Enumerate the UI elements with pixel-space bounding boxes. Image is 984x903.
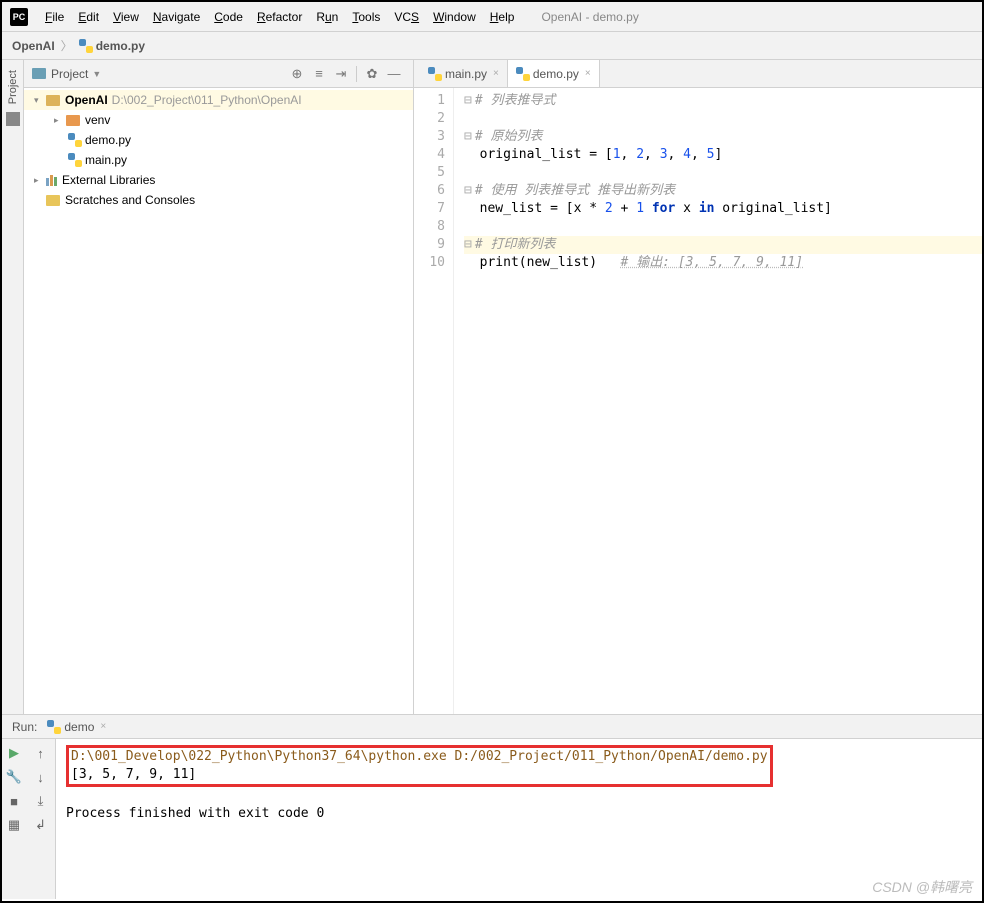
tree-external-libraries[interactable]: ▸ External Libraries (24, 170, 413, 190)
console-command: D:\001_Develop\022_Python\Python37_64\py… (71, 749, 768, 764)
stop-icon[interactable]: ■ (4, 791, 24, 811)
breadcrumb-root[interactable]: OpenAI (12, 39, 55, 53)
run-title: Run: (12, 720, 37, 734)
menu-vcs[interactable]: VCS (387, 6, 426, 28)
close-icon[interactable]: × (100, 721, 106, 732)
menu-run[interactable]: Run (309, 6, 345, 28)
menu-bar: PC FileEditViewNavigateCodeRefactorRunTo… (2, 2, 982, 32)
menu-tools[interactable]: Tools (345, 6, 387, 28)
soft-wrap-icon[interactable]: ↲ (31, 815, 51, 835)
window-title: OpenAI - demo.py (541, 10, 638, 24)
run-panel-header: Run: demo × (2, 715, 982, 739)
step-down-icon[interactable]: ↓ (31, 767, 51, 787)
editor-tabs: main.py×demo.py× (414, 60, 982, 88)
hide-panel-icon[interactable]: — (386, 66, 402, 82)
chevron-down-icon[interactable]: ▾ (34, 95, 44, 106)
gutter: 12345678910 (414, 88, 454, 714)
tree-venv[interactable]: ▸ venv (24, 110, 413, 130)
gear-icon[interactable]: ✿ (364, 66, 380, 82)
run-toolbar: ▶ ↑ 🔧 ↓ ■ ⤓ ▦ ↲ (2, 739, 56, 899)
code-editor[interactable]: 12345678910 ⊟# 列表推导式 ⊟# 原始列表 original_li… (414, 88, 982, 714)
menu-refactor[interactable]: Refactor (250, 6, 309, 28)
tree-file-demo[interactable]: demo.py (24, 130, 413, 150)
left-tool-strip[interactable]: Project (2, 60, 24, 714)
python-file-icon (47, 720, 61, 734)
folder-icon (66, 115, 80, 126)
console-exit-message: Process finished with exit code 0 (66, 805, 972, 823)
close-icon[interactable]: × (493, 68, 499, 79)
step-up-icon[interactable]: ↑ (31, 743, 51, 763)
editor-area: main.py×demo.py× 12345678910 ⊟# 列表推导式 ⊟#… (414, 60, 982, 714)
tree-label: OpenAI (65, 93, 108, 107)
project-panel: Project ▼ ⊕ ≡ ⇥ ✿ — ▾ OpenAI D:\002_Proj… (24, 60, 414, 714)
collapse-all-icon[interactable]: ⇥ (333, 66, 349, 82)
run-tab[interactable]: demo × (47, 720, 106, 734)
libraries-icon (46, 175, 57, 186)
project-tree[interactable]: ▾ OpenAI D:\002_Project\011_Python\OpenA… (24, 88, 413, 212)
project-panel-title[interactable]: Project (51, 67, 88, 81)
tree-file-main[interactable]: main.py (24, 150, 413, 170)
python-file-icon (79, 39, 93, 53)
menu-view[interactable]: View (106, 6, 146, 28)
code-content[interactable]: ⊟# 列表推导式 ⊟# 原始列表 original_list = [1, 2, … (454, 88, 982, 714)
scratches-icon (46, 195, 60, 206)
menu-code[interactable]: Code (207, 6, 250, 28)
console-result: [3, 5, 7, 9, 11] (71, 767, 196, 782)
tab-demo-py[interactable]: demo.py× (508, 60, 600, 87)
tab-main-py[interactable]: main.py× (420, 60, 508, 87)
main-area: Project Project ▼ ⊕ ≡ ⇥ ✿ — ▾ OpenAI D:\… (2, 60, 982, 714)
menu-edit[interactable]: Edit (71, 6, 106, 28)
menu-file[interactable]: File (38, 6, 71, 28)
wrench-icon[interactable]: 🔧 (4, 767, 24, 787)
breadcrumb-separator: 〉 (61, 37, 73, 54)
chevron-down-icon[interactable]: ▼ (92, 69, 101, 79)
project-tool-label[interactable]: Project (7, 70, 19, 104)
chevron-right-icon[interactable]: ▸ (54, 115, 64, 126)
project-panel-header: Project ▼ ⊕ ≡ ⇥ ✿ — (24, 60, 413, 88)
app-icon: PC (10, 8, 28, 26)
structure-tool-icon[interactable] (6, 112, 20, 126)
project-icon (32, 68, 46, 79)
close-icon[interactable]: × (585, 68, 591, 79)
menu-navigate[interactable]: Navigate (146, 6, 207, 28)
highlight-box: D:\001_Develop\022_Python\Python37_64\py… (66, 745, 773, 787)
locate-icon[interactable]: ⊕ (289, 66, 305, 82)
chevron-right-icon[interactable]: ▸ (34, 175, 44, 186)
tree-root[interactable]: ▾ OpenAI D:\002_Project\011_Python\OpenA… (24, 90, 413, 110)
python-file-icon (516, 67, 530, 81)
menu-help[interactable]: Help (483, 6, 522, 28)
python-file-icon (68, 133, 82, 147)
layout-icon[interactable]: ▦ (4, 815, 24, 835)
menu-window[interactable]: Window (426, 6, 483, 28)
console-output[interactable]: D:\001_Develop\022_Python\Python37_64\py… (56, 739, 982, 899)
expand-all-icon[interactable]: ≡ (311, 66, 327, 82)
folder-icon (46, 95, 60, 106)
tree-scratches[interactable]: Scratches and Consoles (24, 190, 413, 210)
run-button[interactable]: ▶ (4, 743, 24, 763)
navigation-bar: OpenAI 〉 demo.py (2, 32, 982, 60)
python-file-icon (428, 67, 442, 81)
scroll-icon[interactable]: ⤓ (31, 791, 51, 811)
breadcrumb-file[interactable]: demo.py (96, 39, 145, 53)
python-file-icon (68, 153, 82, 167)
tree-path: D:\002_Project\011_Python\OpenAI (112, 93, 302, 107)
run-panel: Run: demo × ▶ ↑ 🔧 ↓ ■ ⤓ ▦ ↲ D:\001_Devel… (2, 714, 982, 899)
